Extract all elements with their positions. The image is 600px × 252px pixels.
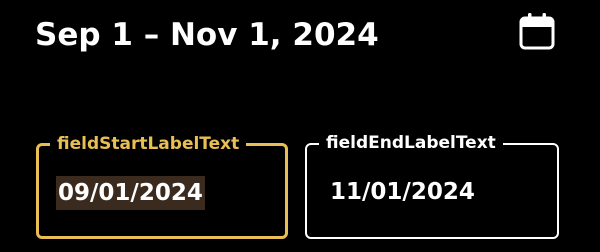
date-range-header: Sep 1 – Nov 1, 2024: [35, 12, 565, 58]
start-date-input[interactable]: 09/01/2024: [56, 176, 205, 210]
end-date-label: fieldEndLabelText: [319, 131, 503, 155]
end-date-field[interactable]: fieldEndLabelText 11/01/2024: [305, 131, 559, 239]
date-range-title: Sep 1 – Nov 1, 2024: [35, 17, 379, 53]
start-date-field[interactable]: fieldStartLabelText 09/01/2024: [36, 132, 288, 239]
calendar-icon: [518, 11, 556, 55]
calendar-toggle-button[interactable]: [516, 12, 558, 54]
start-date-label: fieldStartLabelText: [50, 132, 247, 156]
end-date-input[interactable]: 11/01/2024: [330, 175, 475, 209]
